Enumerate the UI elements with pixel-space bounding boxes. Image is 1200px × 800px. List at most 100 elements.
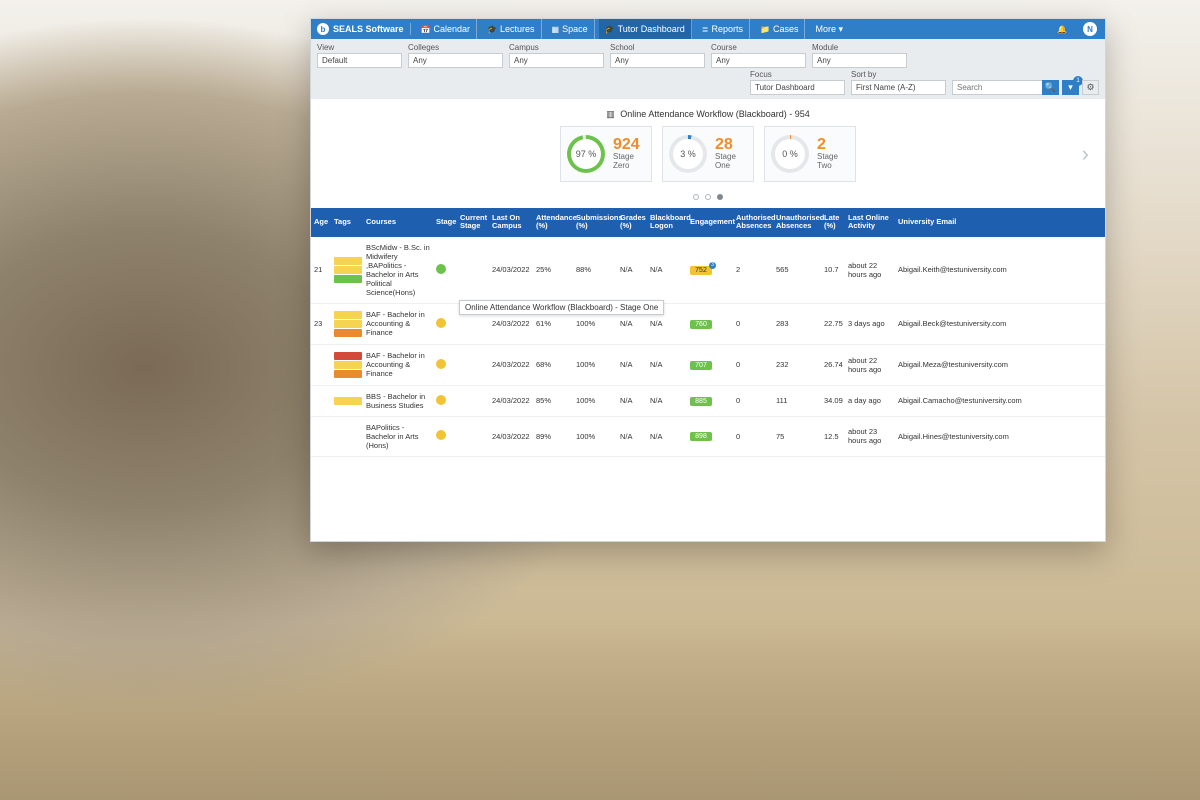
table-row[interactable]: BBS - Bachelor in Business Studies 24/03… [311, 385, 1105, 416]
filter-select[interactable]: Any [610, 53, 705, 68]
col-header[interactable]: Grades (%) [617, 208, 647, 237]
stage-pill-icon [436, 264, 446, 274]
engagement-badge: 885 [690, 397, 712, 406]
brand[interactable]: b SEALS Software [317, 23, 411, 35]
workflow-title-text: Online Attendance Workflow (Blackboard) … [620, 109, 809, 119]
search-input[interactable] [952, 80, 1042, 95]
tag-chip [334, 266, 362, 274]
cell-attendance: 89% [533, 416, 573, 456]
search-button[interactable]: 🔍 [1042, 80, 1059, 95]
funnel-icon: ▾ [1068, 82, 1073, 93]
stage-text: 28 StageOne [715, 137, 736, 171]
stage-pill-icon [436, 318, 446, 328]
cell-age [311, 416, 331, 456]
cell-auth: 0 [733, 303, 773, 344]
cell-stage [433, 237, 457, 304]
cell-last-online: 3 days ago [845, 303, 895, 344]
filter-select[interactable]: Any [812, 53, 907, 68]
avatar[interactable]: N [1083, 22, 1097, 36]
pager-dot[interactable] [705, 194, 711, 200]
stage-card[interactable]: 0 % 2 StageTwo [764, 126, 856, 182]
col-header[interactable]: Late (%) [821, 208, 845, 237]
filter-select[interactable]: Any [711, 53, 806, 68]
cell-late: 10.7 [821, 237, 845, 304]
bell-icon[interactable]: 🔔 [1057, 25, 1067, 34]
engagement-count-badge: 3 [709, 262, 716, 269]
cell-auth: 0 [733, 385, 773, 416]
table-row[interactable]: BAPolitics - Bachelor in Arts (Hons) 24/… [311, 416, 1105, 456]
cell-last-on: 24/03/2022 [489, 344, 533, 385]
nav-item-calendar[interactable]: 📅Calendar [415, 19, 478, 39]
cell-last-on: 24/03/2022 [489, 385, 533, 416]
pager-dot-active[interactable] [717, 194, 723, 200]
col-header[interactable]: University Email [895, 208, 1105, 237]
stage-card[interactable]: 3 % 28 StageOne [662, 126, 754, 182]
cell-email: Abigail.Hines@testuniversity.com [895, 416, 1105, 456]
cell-bb: N/A [647, 237, 687, 304]
filter-button[interactable]: ▾ 1 [1062, 80, 1079, 95]
stage-cards: 97 % 924 StageZero 3 % 28 StageOne 0 % 2… [311, 126, 1105, 182]
col-header[interactable]: Courses [363, 208, 433, 237]
cell-email: Abigail.Beck@testuniversity.com [895, 303, 1105, 344]
table-row[interactable]: 23 BAF - Bachelor in Accounting & Financ… [311, 303, 1105, 344]
next-arrow-icon[interactable]: › [1082, 141, 1089, 167]
col-header[interactable]: Age [311, 208, 331, 237]
cell-last-on: 24/03/2022 [489, 416, 533, 456]
filter-select[interactable]: Default [317, 53, 402, 68]
cell-current-stage [457, 237, 489, 304]
nav-item-lectures[interactable]: 🎓Lectures [481, 19, 542, 39]
cell-stage [433, 416, 457, 456]
nav-icon: ≣ [702, 25, 709, 34]
focus-select[interactable]: Tutor Dashboard [750, 80, 845, 95]
settings-button[interactable]: ⚙ [1082, 80, 1099, 95]
col-header[interactable]: Submissions (%) [573, 208, 617, 237]
cell-tags [331, 385, 363, 416]
table-row[interactable]: 21 BScMidw - B.Sc. in Midwifery ,BAPolit… [311, 237, 1105, 304]
nav-item-more-[interactable]: More ▾ [809, 19, 849, 39]
stage-text: 2 StageTwo [817, 137, 838, 171]
col-header[interactable]: Unauthorised Absences [773, 208, 821, 237]
col-header[interactable]: Last Online Activity [845, 208, 895, 237]
table-row[interactable]: BAF - Bachelor in Accounting & Finance 2… [311, 344, 1105, 385]
pager-dot[interactable] [693, 194, 699, 200]
col-header[interactable]: Current Stage [457, 208, 489, 237]
cell-tags [331, 344, 363, 385]
sort-select[interactable]: First Name (A-Z) [851, 80, 946, 95]
col-header[interactable]: Last On Campus [489, 208, 533, 237]
stage-text: 924 StageZero [613, 137, 640, 171]
filter-select[interactable]: Any [408, 53, 503, 68]
cell-attendance: 85% [533, 385, 573, 416]
stage-pill-icon [436, 430, 446, 440]
col-header[interactable]: Authorised Absences [733, 208, 773, 237]
cell-engagement: 7523 [687, 237, 733, 304]
stage-count: 924 [613, 137, 640, 153]
stage-name: StageOne [715, 153, 736, 171]
sort-label: Sort by [851, 70, 946, 79]
pager-dots[interactable] [311, 194, 1105, 200]
cell-age: 21 [311, 237, 331, 304]
col-header[interactable]: Attendance (%) [533, 208, 573, 237]
cell-grades: N/A [617, 237, 647, 304]
engagement-badge: 7523 [690, 266, 712, 275]
filter-label: View [317, 43, 402, 52]
cell-late: 22.75 [821, 303, 845, 344]
filter-select[interactable]: Any [509, 53, 604, 68]
filter-module: Module Any [812, 43, 907, 68]
cell-course: BAPolitics - Bachelor in Arts (Hons) [363, 416, 433, 456]
col-header[interactable]: Engagement [687, 208, 733, 237]
stage-card[interactable]: 97 % 924 StageZero [560, 126, 652, 182]
nav-item-reports[interactable]: ≣Reports [696, 19, 750, 39]
stage-count: 28 [715, 137, 736, 153]
nav-item-space[interactable]: ▦Space [546, 19, 595, 39]
filter-view: View Default [317, 43, 402, 68]
stage-name: StageZero [613, 153, 640, 171]
filter-label: Colleges [408, 43, 503, 52]
col-header[interactable]: Blackboard Logon [647, 208, 687, 237]
nav-item-tutor-dashboard[interactable]: 🎓Tutor Dashboard [599, 19, 692, 39]
col-header[interactable]: Tags [331, 208, 363, 237]
cell-current-stage [457, 344, 489, 385]
col-header[interactable]: Stage [433, 208, 457, 237]
nav-item-cases[interactable]: 📁Cases [754, 19, 805, 39]
nav-icon: 📁 [760, 25, 770, 34]
cell-last-on: 24/03/2022 [489, 303, 533, 344]
